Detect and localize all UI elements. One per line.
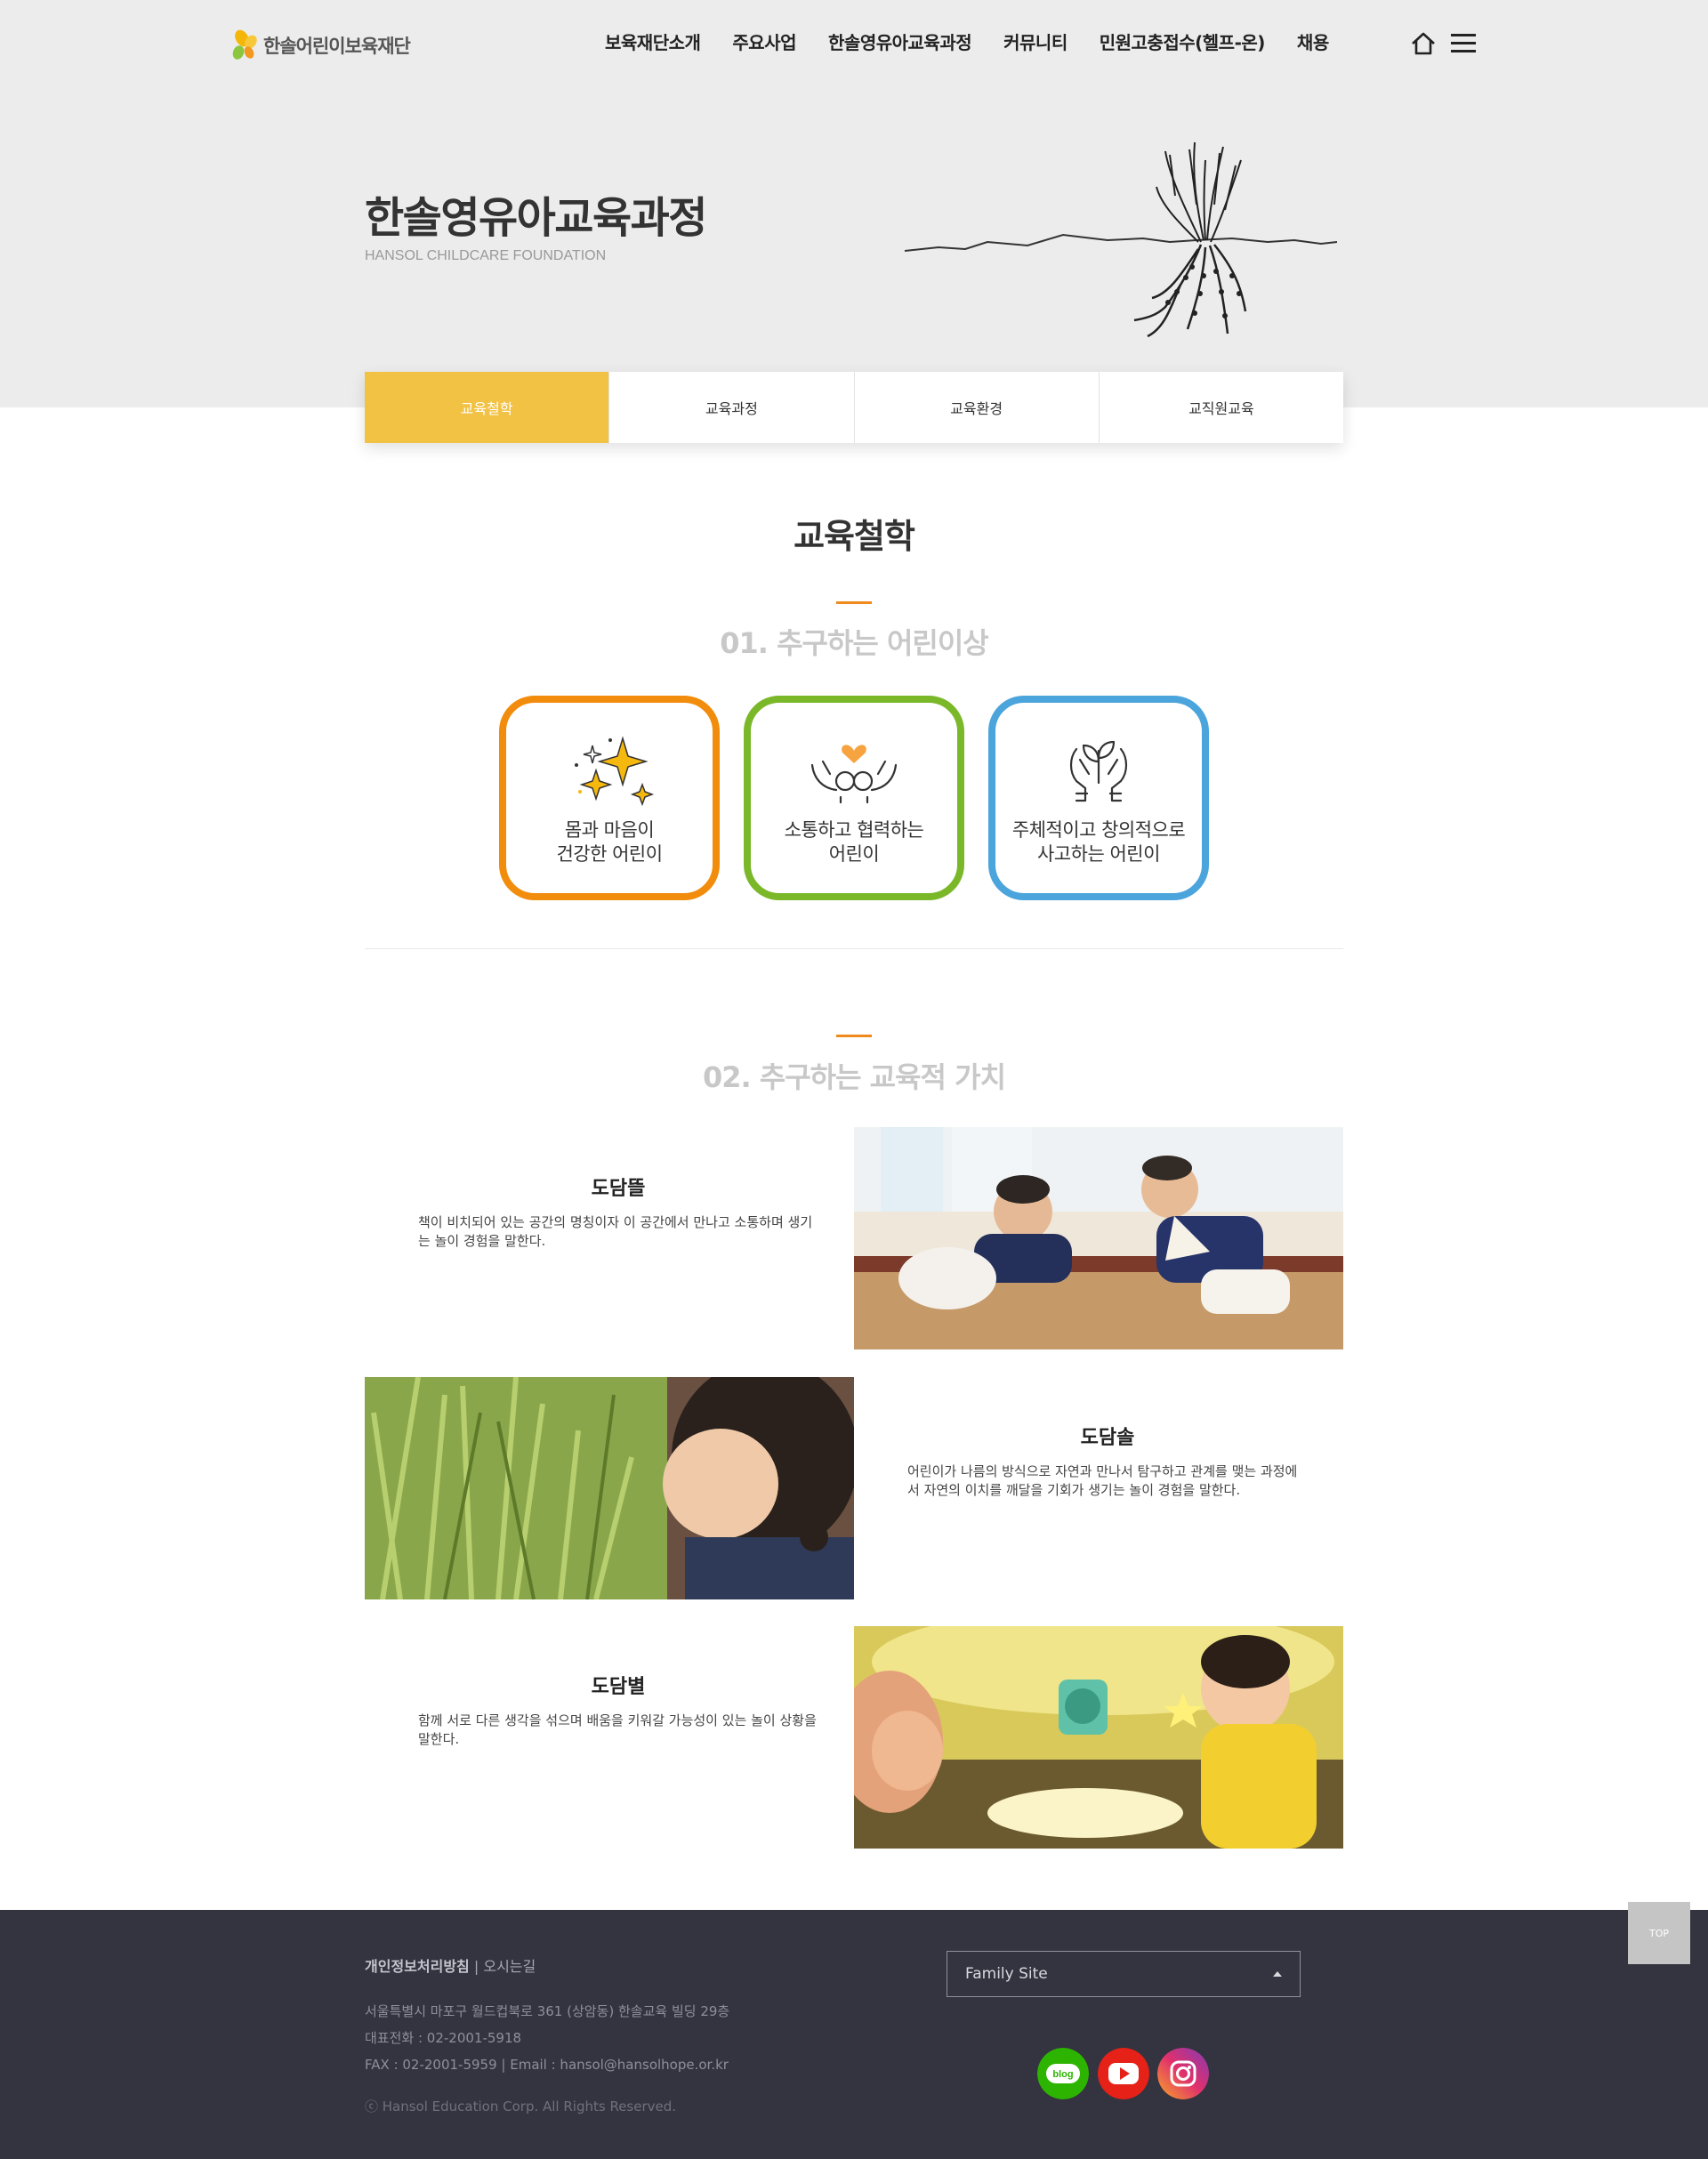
tab-staff-training[interactable]: 교직원교육 xyxy=(1100,372,1343,443)
family-site-label: Family Site xyxy=(965,1965,1048,1983)
section1-title: 01. 추구하는 어린이상 xyxy=(720,626,989,660)
value-desc: 함께 서로 다른 생각을 섞으며 배움을 키워갈 가능성이 있는 놀이 상황을 … xyxy=(418,1712,817,1747)
instagram-icon[interactable] xyxy=(1157,2048,1209,2099)
footer-links: 개인정보처리방침 | 오시는길 xyxy=(365,1954,536,1976)
sparkles-icon xyxy=(575,736,655,807)
footer-address-block: 서울특별시 마포구 월드컵북로 361 (상암동) 한솔교육 빌딩 29층 대표… xyxy=(365,1998,729,2078)
ideal-card-healthy: 몸과 마음이 건강한 어린이 xyxy=(499,696,720,900)
plant-illustration xyxy=(904,142,1338,338)
footer-separator: | xyxy=(473,1958,479,1975)
youtube-icon[interactable] xyxy=(1098,2048,1149,2099)
ideal-text-creative: 주체적이고 창의적으로 사고하는 어린이 xyxy=(1011,819,1186,865)
photo-children-reading-room xyxy=(854,1127,1343,1349)
footer-tel: 대표전화 : 02-2001-5918 xyxy=(365,2030,522,2046)
nav-community[interactable]: 커뮤니티 xyxy=(1003,28,1068,54)
hands-sprout-icon xyxy=(1069,740,1128,802)
page-subtitle: HANSOL CHILDCARE FOUNDATION xyxy=(365,248,607,263)
caret-up-icon xyxy=(1273,1971,1282,1977)
nav-curriculum[interactable]: 한솔영유아교육과정 xyxy=(828,28,972,54)
tab-environment[interactable]: 교육환경 xyxy=(855,372,1100,443)
logo-flower-icon xyxy=(232,29,257,60)
main-nav: 보육재단소개 주요사업 한솔영유아교육과정 커뮤니티 민원고충접수(헬프-온) … xyxy=(605,28,1361,54)
section2-title: 02. 추구하는 교육적 가치 xyxy=(702,1060,1006,1094)
value-title: 도담별 xyxy=(591,1676,646,1698)
nav-recruit[interactable]: 채용 xyxy=(1297,28,1329,54)
footer xyxy=(0,1910,1708,2159)
privacy-policy-link[interactable]: 개인정보처리방침 xyxy=(365,1958,470,1975)
hands-heart-icon xyxy=(810,745,898,804)
ideal-card-creative: 주체적이고 창의적으로 사고하는 어린이 xyxy=(988,696,1209,900)
sub-tabs: 교육철학 교육과정 교육환경 교직원교육 xyxy=(365,372,1343,443)
accent-bar xyxy=(836,601,872,604)
nav-foundation[interactable]: 보육재단소개 xyxy=(605,28,701,54)
value-title: 도담뜰 xyxy=(591,1178,646,1200)
photo-children-playing-light xyxy=(854,1626,1343,1849)
value-block-dodamsol: 도담솔 어린이가 나름의 방식으로 자연과 만나서 탐구하고 관계를 맺는 과정… xyxy=(907,1422,1308,1500)
value-title: 도담솔 xyxy=(1080,1427,1135,1449)
logo[interactable]: 한솔어린이보육재단 xyxy=(230,23,411,68)
section-heading: 교육철학 xyxy=(794,517,915,556)
blog-icon-label: blog xyxy=(1052,2069,1073,2080)
divider xyxy=(365,948,1343,949)
blog-icon[interactable]: blog xyxy=(1037,2048,1089,2099)
nav-business[interactable]: 주요사업 xyxy=(732,28,796,54)
photo-child-smelling-grass xyxy=(365,1377,854,1599)
value-desc: 책이 비치되어 있는 공간의 명칭이자 이 공간에서 만나고 소통하며 생기는 … xyxy=(418,1214,813,1249)
accent-bar xyxy=(836,1035,872,1037)
logo-text: 한솔어린이보육재단 xyxy=(263,36,411,57)
menu-icon[interactable] xyxy=(1448,28,1478,59)
page-title: 한솔영유아교육과정 xyxy=(365,193,707,243)
value-block-dodamtteul: 도담뜰 책이 비치되어 있는 공간의 명칭이자 이 공간에서 만나고 소통하며 … xyxy=(418,1172,818,1251)
ideal-card-cooperative: 소통하고 협력하는 어린이 xyxy=(744,696,964,900)
tab-philosophy[interactable]: 교육철학 xyxy=(365,372,610,443)
scroll-top-button[interactable]: TOP xyxy=(1628,1902,1690,1964)
value-block-dodambyeol: 도담별 함께 서로 다른 생각을 섞으며 배움을 키워갈 가능성이 있는 놀이 … xyxy=(418,1671,818,1749)
directions-link[interactable]: 오시는길 xyxy=(483,1958,536,1975)
ideal-text-healthy: 몸과 마음이 건강한 어린이 xyxy=(556,819,663,865)
footer-address: 서울특별시 마포구 월드컵북로 361 (상암동) 한솔교육 빌딩 29층 xyxy=(365,2003,730,2019)
tab-curriculum[interactable]: 교육과정 xyxy=(609,372,855,443)
value-desc: 어린이가 나름의 방식으로 자연과 만나서 탐구하고 관계를 맺는 과정에서 자… xyxy=(907,1463,1298,1498)
copyright: ⓒ Hansol Education Corp. All Rights Rese… xyxy=(365,2099,677,2115)
nav-help-on[interactable]: 민원고충접수(헬프-온) xyxy=(1100,28,1266,54)
family-site-select[interactable]: Family Site xyxy=(947,1951,1301,1997)
footer-fax-email: FAX : 02-2001-5959 | Email : hansol@hans… xyxy=(365,2057,729,2073)
ideal-text-cooperative: 소통하고 협력하는 어린이 xyxy=(784,819,924,865)
home-icon[interactable] xyxy=(1408,28,1438,59)
